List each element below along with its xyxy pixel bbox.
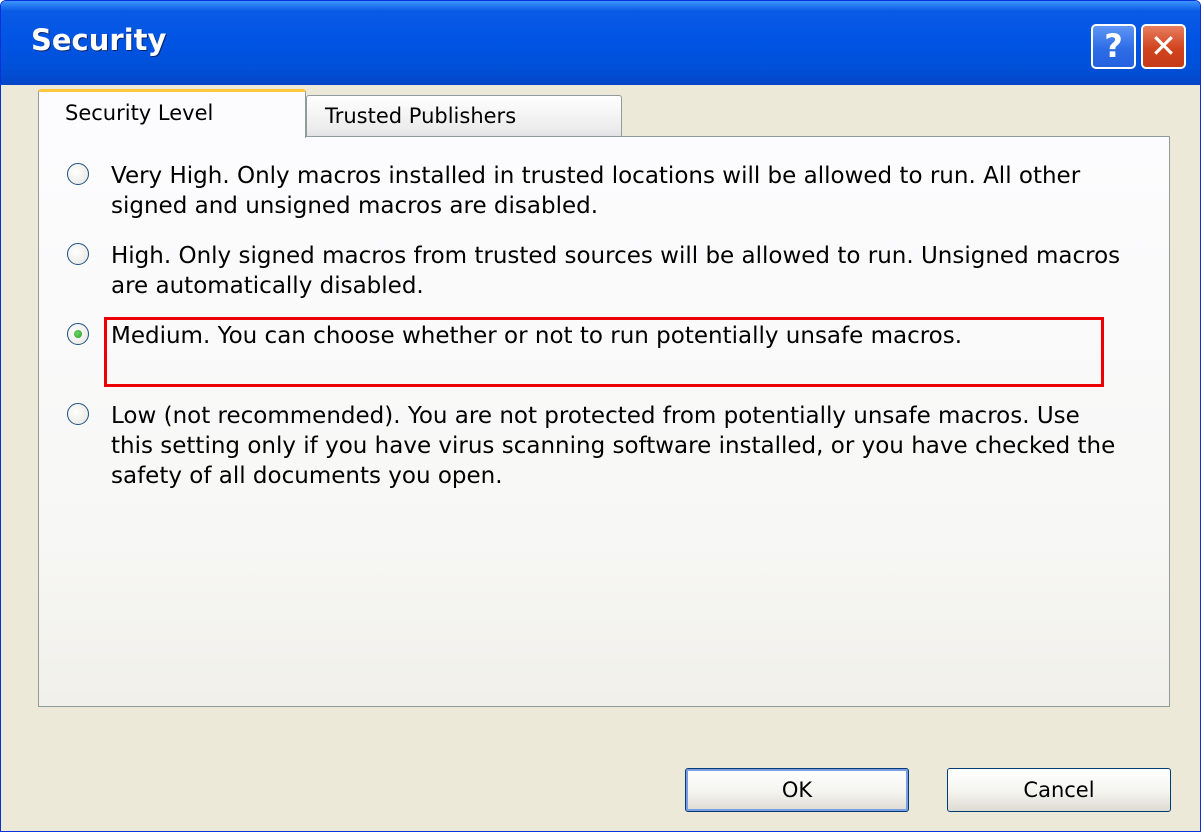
tab-trusted-publishers[interactable]: Trusted Publishers [306,95,622,137]
security-level-panel: Very High. Only macros installed in trus… [38,136,1170,707]
option-very-high-label[interactable]: Very High. Only macros installed in trus… [111,161,1121,221]
help-button[interactable]: ? [1091,24,1136,69]
tab-trusted-publishers-label: Trusted Publishers [325,104,517,128]
close-icon: ✕ [1150,27,1177,65]
ok-button[interactable]: OK [685,768,909,812]
option-medium-label[interactable]: Medium. You can choose whether or not to… [111,321,1121,351]
radio-medium[interactable] [67,323,89,345]
tab-security-level[interactable]: Security Level [38,89,306,138]
tab-strip: Security Level Trusted Publishers [1,85,1200,138]
radio-high[interactable] [67,243,89,265]
close-button[interactable]: ✕ [1141,24,1186,69]
option-high-label[interactable]: High. Only signed macros from trusted so… [111,241,1121,301]
help-icon: ? [1104,27,1123,65]
tab-security-level-label: Security Level [65,101,214,125]
option-low-label[interactable]: Low (not recommended). You are not prote… [111,401,1121,491]
security-dialog: Security ? ✕ Security Level Trusted Publ… [0,0,1201,832]
radio-low[interactable] [67,403,89,425]
cancel-button[interactable]: Cancel [947,768,1171,812]
radio-very-high[interactable] [67,163,89,185]
dialog-title: Security [31,23,167,57]
title-bar[interactable]: Security ? ✕ [1,1,1200,85]
